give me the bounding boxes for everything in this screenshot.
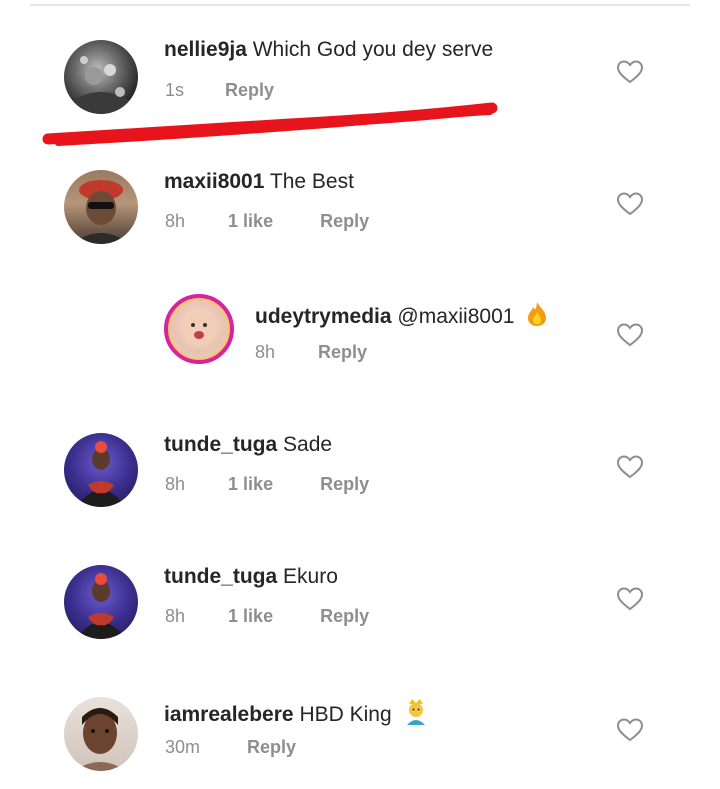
comment-line: tunde_tuga Sade xyxy=(164,433,332,457)
avatar[interactable] xyxy=(64,170,138,244)
likes-count-link[interactable]: 1 like xyxy=(228,474,273,495)
username-link[interactable]: udeytrymedia xyxy=(255,305,392,328)
comment-meta: 8h Reply xyxy=(255,342,367,363)
reply-button[interactable]: Reply xyxy=(320,606,369,627)
comment-line: tunde_tuga Ekuro xyxy=(164,565,338,589)
username-link[interactable]: iamrealebere xyxy=(164,703,294,726)
heart-outline-icon[interactable] xyxy=(616,454,644,480)
heart-outline-icon[interactable] xyxy=(616,322,644,348)
comment-text: The Best xyxy=(269,170,354,193)
comment-text: HBD King xyxy=(299,703,392,726)
timestamp: 8h xyxy=(165,474,186,494)
comment-line: maxii8001 The Best xyxy=(164,170,354,194)
timestamp: 30m xyxy=(165,737,201,757)
comment-line: iamrealebere HBD King xyxy=(164,697,429,727)
avatar[interactable] xyxy=(64,565,138,639)
comment-text: Ekuro xyxy=(283,565,338,588)
username-link[interactable]: maxii8001 xyxy=(164,170,264,193)
timestamp: 8h xyxy=(165,211,186,231)
reply-button[interactable]: Reply xyxy=(318,342,367,363)
avatar[interactable] xyxy=(64,697,138,771)
heart-outline-icon[interactable] xyxy=(616,191,644,217)
username-link[interactable]: tunde_tuga xyxy=(164,565,277,588)
fire-emoji xyxy=(528,302,547,326)
comment-meta: 8h 1 like Reply xyxy=(165,211,369,232)
comment-meta: 8h 1 like Reply xyxy=(165,474,369,495)
heart-outline-icon[interactable] xyxy=(616,586,644,612)
comment-text: @maxii8001 xyxy=(397,305,515,328)
avatar[interactable] xyxy=(64,433,138,507)
heart-outline-icon[interactable] xyxy=(616,717,644,743)
reply-button[interactable]: Reply xyxy=(320,211,369,232)
comment-meta: 8h 1 like Reply xyxy=(165,606,369,627)
prince-emoji xyxy=(407,699,426,725)
likes-count-link[interactable]: 1 like xyxy=(228,211,273,232)
red-annotation-underline xyxy=(42,102,498,146)
timestamp: 8h xyxy=(165,606,186,626)
avatar-with-story-ring[interactable] xyxy=(164,294,234,364)
likes-count-link[interactable]: 1 like xyxy=(228,606,273,627)
reply-button[interactable]: Reply xyxy=(247,737,296,758)
username-link[interactable]: tunde_tuga xyxy=(164,433,277,456)
comment-line: udeytrymedia @maxii8001 xyxy=(255,301,548,329)
reply-button[interactable]: Reply xyxy=(320,474,369,495)
comment-meta: 30m Reply xyxy=(165,737,296,758)
comment-text: Sade xyxy=(283,433,333,456)
timestamp: 8h xyxy=(255,342,276,362)
